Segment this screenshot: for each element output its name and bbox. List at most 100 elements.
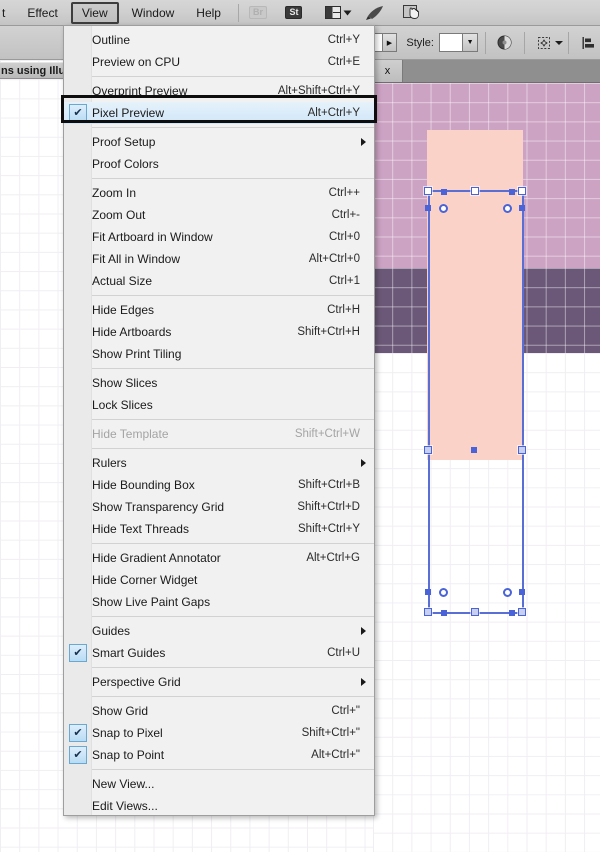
menu-item-label: Show Slices (92, 376, 158, 390)
menu-separator (92, 448, 374, 449)
menu-item-lock-slices[interactable]: Lock Slices (64, 394, 374, 416)
menu-item-shortcut: Shift+Ctrl+" (301, 727, 360, 739)
menu-item-pixel-preview[interactable]: ✔ Pixel Preview Alt+Ctrl+Y (64, 102, 374, 124)
menu-item-fit-artboard-in-window[interactable]: Fit Artboard in Window Ctrl+0 (64, 226, 374, 248)
anchor-point-top-left[interactable] (441, 189, 447, 195)
bbox-handle-top-center[interactable] (471, 187, 479, 195)
anchor-point-bottom-right[interactable] (509, 610, 515, 616)
menu-item-actual-size[interactable]: Actual Size Ctrl+1 (64, 270, 374, 292)
selected-rounded-rectangle[interactable] (427, 130, 523, 460)
menu-item-label: Snap to Point (92, 748, 165, 762)
stock-icon[interactable]: St (281, 2, 307, 24)
anchor-point-top-right[interactable] (509, 189, 515, 195)
fill-swatch-arrow-icon[interactable]: ▶ (382, 33, 398, 52)
menu-item-label: Hide Edges (92, 303, 155, 317)
center-point[interactable] (471, 447, 477, 453)
distribute-objects-icon[interactable] (576, 32, 600, 54)
menu-item-label: Perspective Grid (92, 675, 181, 689)
menu-item-window[interactable]: Window (121, 0, 186, 26)
align-chevron-down-icon[interactable] (555, 40, 564, 45)
menu-item-hide-edges[interactable]: Hide Edges Ctrl+H (64, 299, 374, 321)
menu-item-hide-gradient-annotator[interactable]: Hide Gradient Annotator Alt+Ctrl+G (64, 547, 374, 569)
opacity-icon[interactable] (493, 32, 517, 54)
checkmark-glyph: ✔ (69, 724, 87, 742)
menu-item-label: Fit All in Window (92, 252, 181, 266)
menu-item-shortcut: Shift+Ctrl+W (294, 428, 360, 440)
bbox-handle-bottom-center[interactable] (471, 608, 479, 616)
menu-item-zoom-out[interactable]: Zoom Out Ctrl+- (64, 204, 374, 226)
menu-item-proof-colors[interactable]: Proof Colors (64, 153, 374, 175)
arrange-chevron-down-icon[interactable] (343, 10, 352, 15)
menu-item-show-grid[interactable]: Show Grid Ctrl+" (64, 700, 374, 722)
menu-item-perspective-grid[interactable]: Perspective Grid (64, 671, 374, 693)
menu-item-label: Zoom Out (92, 208, 146, 222)
corner-widget-top-right[interactable] (503, 204, 512, 213)
touch-cursor-icon[interactable] (400, 2, 426, 24)
menu-item-hide-text-threads[interactable]: Hide Text Threads Shift+Ctrl+Y (64, 518, 374, 540)
menu-item-show-print-tiling[interactable]: Show Print Tiling (64, 343, 374, 365)
menu-item-hide-bounding-box[interactable]: Hide Bounding Box Shift+Ctrl+B (64, 474, 374, 496)
bbox-handle-middle-left[interactable] (424, 446, 432, 454)
menu-item-show-live-paint-gaps[interactable]: Show Live Paint Gaps (64, 591, 374, 613)
menu-item-guides[interactable]: Guides (64, 620, 374, 642)
menu-separator (92, 543, 374, 544)
view-dropdown-menu[interactable]: Outline Ctrl+Y Preview on CPU Ctrl+E Overpri… (63, 25, 375, 816)
menu-item-preview-on-cpu[interactable]: Preview on CPU Ctrl+E (64, 51, 374, 73)
left-panel-strip: ns using Illu (0, 62, 72, 79)
corner-widget-bottom-right[interactable] (503, 588, 512, 597)
menu-item-shortcut: Ctrl+U (327, 647, 360, 659)
menu-item-proof-setup[interactable]: Proof Setup (64, 131, 374, 153)
artboard-preview[interactable] (373, 83, 600, 852)
anchor-point-right-lower[interactable] (519, 589, 525, 595)
menu-separator (92, 127, 374, 128)
menu-separator (92, 178, 374, 179)
menu-item-label: Proof Setup (92, 135, 156, 149)
menu-item-smart-guides[interactable]: ✔ Smart Guides Ctrl+U (64, 642, 374, 664)
style-swatch[interactable] (438, 33, 464, 52)
menu-item-outline[interactable]: Outline Ctrl+Y (64, 29, 374, 51)
menu-item-new-view[interactable]: New View... (64, 773, 374, 795)
menu-item-hide-corner-widget[interactable]: Hide Corner Widget (64, 569, 374, 591)
rocket-icon[interactable] (362, 2, 388, 24)
menu-item-rulers[interactable]: Rulers (64, 452, 374, 474)
menu-item-shortcut: Ctrl+1 (329, 275, 360, 287)
bbox-handle-bottom-left[interactable] (424, 608, 432, 616)
menu-item-snap-to-pixel[interactable]: ✔ Snap to Pixel Shift+Ctrl+" (64, 722, 374, 744)
menu-item-show-transparency-grid[interactable]: Show Transparency Grid Shift+Ctrl+D (64, 496, 374, 518)
bbox-handle-top-left[interactable] (424, 187, 432, 195)
anchor-point-bottom-left[interactable] (441, 610, 447, 616)
menu-item-hide-artboards[interactable]: Hide Artboards Shift+Ctrl+H (64, 321, 374, 343)
menu-item-view[interactable]: View (70, 1, 119, 24)
document-tabstrip: x (373, 60, 600, 83)
bbox-handle-bottom-right[interactable] (518, 608, 526, 616)
checkmark-icon: ✔ (64, 644, 92, 662)
menu-item-0[interactable]: t (0, 0, 16, 26)
document-tab-close[interactable]: x (373, 60, 403, 82)
menu-item-zoom-in[interactable]: Zoom In Ctrl++ (64, 182, 374, 204)
menu-item-edit-views[interactable]: Edit Views... (64, 795, 374, 817)
menu-item-help[interactable]: Help (185, 0, 232, 26)
bridge-icon[interactable]: Br (245, 2, 271, 24)
menu-item-shortcut: Shift+Ctrl+D (297, 501, 360, 513)
align-objects-icon[interactable] (532, 32, 556, 54)
menu-bar: t Effect View Window Help Br St (0, 0, 600, 26)
bbox-handle-top-right[interactable] (518, 187, 526, 195)
menu-item-show-slices[interactable]: Show Slices (64, 372, 374, 394)
anchor-point-right-upper[interactable] (519, 205, 525, 211)
menu-item-overprint-preview[interactable]: Overprint Preview Alt+Shift+Ctrl+Y (64, 80, 374, 102)
menu-item-label: Snap to Pixel (92, 726, 163, 740)
anchor-point-left-lower[interactable] (425, 589, 431, 595)
menu-item-fit-all-in-window[interactable]: Fit All in Window Alt+Ctrl+0 (64, 248, 374, 270)
menu-item-label: Fit Artboard in Window (92, 230, 213, 244)
corner-widget-top-left[interactable] (439, 204, 448, 213)
bbox-handle-middle-right[interactable] (518, 446, 526, 454)
anchor-point-left-upper[interactable] (425, 205, 431, 211)
menu-item-snap-to-point[interactable]: ✔ Snap to Point Alt+Ctrl+" (64, 744, 374, 766)
corner-widget-bottom-left[interactable] (439, 588, 448, 597)
illustrator-window: ▼ ns using Illu x (0, 0, 600, 852)
checkmark-glyph: ✔ (69, 644, 87, 662)
menu-item-effect[interactable]: Effect (16, 0, 68, 26)
menu-item-label: Pixel Preview (92, 106, 165, 120)
style-label: Style: (406, 36, 434, 49)
style-chevron-down-icon[interactable]: ▼ (463, 33, 479, 52)
